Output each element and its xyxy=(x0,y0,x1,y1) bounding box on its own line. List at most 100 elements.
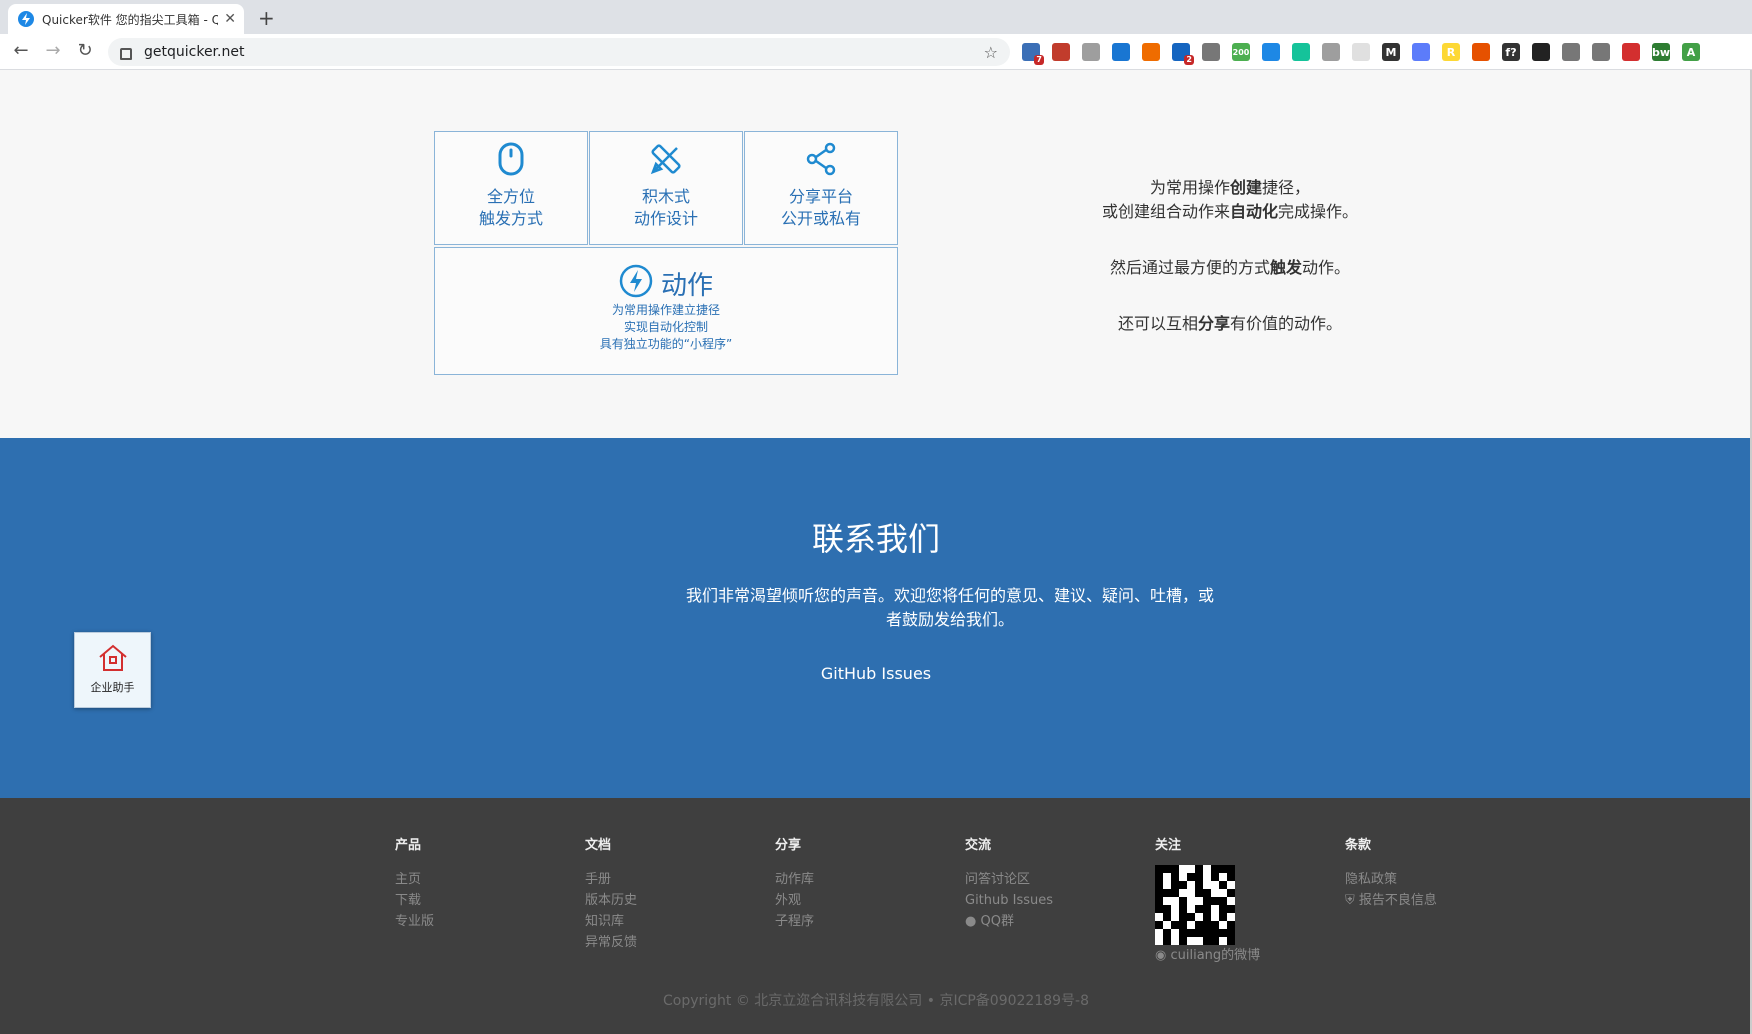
feature-sublabel: 公开或私有 xyxy=(780,209,861,228)
dots-icon[interactable] xyxy=(1052,43,1070,61)
qr-module xyxy=(1203,929,1211,937)
action-line: 具有独立功能的“小程序” xyxy=(599,337,733,351)
ruler-pencil-icon xyxy=(649,142,683,180)
shield-icon: ⛨ xyxy=(1345,893,1355,908)
footer-link-github[interactable]: Github Issues xyxy=(965,890,1053,911)
footer-link-subprograms[interactable]: 子程序 xyxy=(775,911,814,932)
footer-link-report[interactable]: ⛨ 报告不良信息 xyxy=(1345,890,1437,911)
bookmark-star-icon[interactable]: ☆ xyxy=(984,43,998,62)
link-icon[interactable] xyxy=(1412,43,1430,61)
new-tab-button[interactable]: + xyxy=(258,6,275,30)
counter-icon[interactable]: 200 xyxy=(1232,43,1250,61)
qr-module xyxy=(1203,937,1211,945)
spark-icon[interactable] xyxy=(1352,43,1370,61)
tag-icon[interactable] xyxy=(1562,43,1580,61)
qr-module xyxy=(1227,905,1235,913)
m-icon[interactable]: M xyxy=(1382,43,1400,61)
footer-link-actions[interactable]: 动作库 xyxy=(775,869,814,890)
qr-module xyxy=(1171,929,1179,937)
s-icon[interactable] xyxy=(1622,43,1640,61)
gear-icon[interactable] xyxy=(1202,43,1220,61)
footer-link-pro[interactable]: 专业版 xyxy=(395,911,434,932)
footer-link-kb[interactable]: 知识库 xyxy=(585,911,637,932)
action-line: 为常用操作建立捷径 xyxy=(611,303,720,317)
qr-module xyxy=(1219,937,1227,945)
qr-module xyxy=(1219,913,1227,921)
footer-link-skins[interactable]: 外观 xyxy=(775,890,814,911)
address-bar[interactable]: getquicker.net ☆ xyxy=(108,38,1010,66)
footer-link-home[interactable]: 主页 xyxy=(395,869,434,890)
qr-module xyxy=(1171,873,1179,881)
footer-link-manual[interactable]: 手册 xyxy=(585,869,637,890)
check-icon[interactable] xyxy=(1262,43,1280,61)
qr-module xyxy=(1211,929,1219,937)
enterprise-assistant-widget[interactable]: 企业助手 xyxy=(74,632,151,708)
footer-link-qa[interactable]: 问答讨论区 xyxy=(965,869,1053,890)
grammarly-icon[interactable] xyxy=(1292,43,1310,61)
qr-module xyxy=(1211,873,1219,881)
qr-module xyxy=(1187,889,1195,897)
github-issues-link[interactable]: GitHub Issues xyxy=(0,664,1752,683)
qr-module xyxy=(1227,889,1235,897)
qr-module xyxy=(1203,897,1211,905)
url-text[interactable]: getquicker.net xyxy=(144,44,984,60)
qr-module xyxy=(1163,905,1171,913)
description-paragraph-3: 还可以互相分享有价值的动作。 xyxy=(1010,312,1450,336)
qr-module xyxy=(1211,913,1219,921)
footer-link-privacy[interactable]: 隐私政策 xyxy=(1345,869,1437,890)
qr-module xyxy=(1227,913,1235,921)
qr-module xyxy=(1187,921,1195,929)
qr-module xyxy=(1219,921,1227,929)
bw-icon[interactable]: bw xyxy=(1652,43,1670,61)
r-icon[interactable]: R xyxy=(1442,43,1460,61)
feature-label: 分享平台 xyxy=(788,187,853,206)
qr-module xyxy=(1203,921,1211,929)
desc-bold: 自动化 xyxy=(1229,202,1278,221)
qr-module xyxy=(1203,905,1211,913)
circle-icon[interactable] xyxy=(1082,43,1100,61)
desc-text: 有价值的动作。 xyxy=(1230,314,1343,333)
qr-code xyxy=(1155,865,1235,945)
footer-link-history[interactable]: 版本历史 xyxy=(585,890,637,911)
qr-module xyxy=(1171,937,1179,945)
qr-module xyxy=(1195,921,1203,929)
qr-module xyxy=(1179,913,1187,921)
photo-icon[interactable] xyxy=(1592,43,1610,61)
desc-bold: 分享 xyxy=(1197,314,1230,333)
footer-link-download[interactable]: 下载 xyxy=(395,890,434,911)
qr-module xyxy=(1219,865,1227,873)
back-icon[interactable]: ← xyxy=(10,40,32,61)
code-icon[interactable] xyxy=(1322,43,1340,61)
grid-icon[interactable]: 7 xyxy=(1022,43,1044,65)
weibo-icon: ◉ xyxy=(1155,948,1167,963)
footer-link-weibo[interactable]: ◉ cuiliang的微博 xyxy=(1155,945,1260,966)
qr-module xyxy=(1163,873,1171,881)
qr-module xyxy=(1195,929,1203,937)
extension-label: R xyxy=(1446,45,1456,59)
copyright: Copyright © 北京立迩合讯科技有限公司 • 京ICP备09022189… xyxy=(662,993,1090,1009)
window-icon[interactable] xyxy=(1112,43,1130,61)
footer-link-feedback[interactable]: 异常反馈 xyxy=(585,932,637,953)
wordpress-icon[interactable] xyxy=(1472,43,1490,61)
qr-module xyxy=(1163,929,1171,937)
reload-icon[interactable]: ↻ xyxy=(74,40,96,61)
footer-link-qq[interactable]: ● QQ群 xyxy=(965,911,1053,932)
qr-module xyxy=(1203,873,1211,881)
browser-tab[interactable]: Quicker软件 您的指尖工具箱 - Q ✕ xyxy=(8,4,244,34)
footer-heading: 交流 xyxy=(965,838,992,853)
footer-heading: 产品 xyxy=(395,838,422,853)
qr-module xyxy=(1211,865,1219,873)
puzzle-icon[interactable]: 2 xyxy=(1172,43,1194,65)
qr-module xyxy=(1179,937,1187,945)
forward-icon[interactable]: → xyxy=(42,40,64,61)
close-tab-icon[interactable]: ✕ xyxy=(224,11,236,27)
qr-module xyxy=(1187,913,1195,921)
qr-module xyxy=(1155,889,1163,897)
lock-icon xyxy=(120,48,132,60)
a-icon[interactable]: A xyxy=(1682,43,1700,61)
qr-module xyxy=(1155,937,1163,945)
chart-icon[interactable] xyxy=(1142,43,1160,61)
feature-sublabel: 动作设计 xyxy=(633,209,698,228)
formula-icon[interactable]: f? xyxy=(1502,43,1520,61)
ghost-icon[interactable] xyxy=(1532,43,1550,61)
